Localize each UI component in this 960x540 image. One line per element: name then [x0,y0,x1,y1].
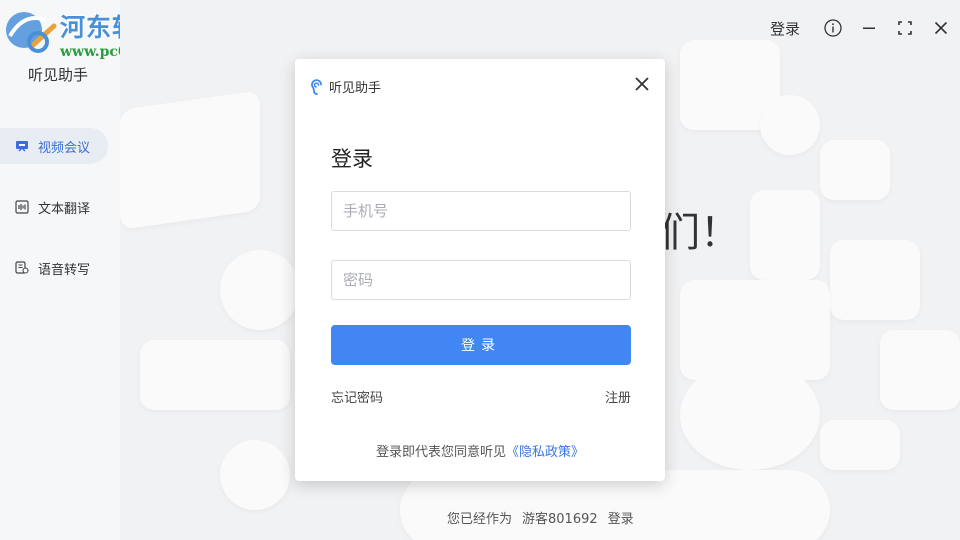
background-shape [750,190,820,280]
background-shape [680,360,820,470]
forgot-password-link[interactable]: 忘记密码 [331,387,383,406]
close-icon[interactable] [932,19,950,37]
dialog-title: 登录 [331,147,373,171]
sidebar-item-label: 语音转写 [38,262,91,278]
dialog-app-name: 听见助手 [329,81,382,96]
sidebar-item-video-meeting[interactable]: 视频会议 [0,128,108,164]
sidebar-item-text-translate[interactable]: 文本翻译 [0,189,108,225]
sidebar-item-label: 文本翻译 [38,201,91,217]
password-input[interactable] [331,260,631,300]
background-shape [140,340,290,410]
text-translate-icon [14,199,30,215]
background-shape [880,330,960,410]
background-shape [760,95,820,155]
background-shape [220,440,290,510]
register-link[interactable]: 注册 [605,387,631,406]
app-name: 听见助手 [28,66,89,84]
background-shape [830,240,920,320]
dialog-close-icon[interactable] [633,75,651,93]
background-shape [120,90,260,230]
privacy-agreement: 登录即代表您同意听见《隐私政策》 [295,441,665,460]
sidebar: 河东软件园 www.pc0359.cn 听见助手 视频会议 文本翻译 语音转写 [0,0,189,540]
watermark-logo-icon [6,12,57,53]
login-dialog: 听见助手 登录 登录 忘记密码 注册 登录即代表您同意听见《隐私政策》 [295,59,665,481]
title-bar: 登录 [770,12,950,44]
info-icon[interactable] [824,19,842,37]
background-shape [820,140,890,200]
guest-id: 游客801692 [522,512,598,527]
status-login-link[interactable]: 登录 [608,508,634,527]
background-shape [220,250,300,330]
guest-status: 您已经作为 游客801692 登录 [447,508,634,527]
speech-transcribe-icon [14,260,30,276]
video-meeting-icon [14,138,30,154]
status-prefix: 您已经作为 [447,512,513,527]
dialog-header: 听见助手 [309,77,381,96]
login-submit-button[interactable]: 登录 [331,325,631,365]
maximize-icon[interactable] [896,19,914,37]
background-shape [820,420,900,470]
ear-logo-icon [311,78,322,95]
agreement-text: 登录即代表您同意听见 [375,445,506,460]
sidebar-item-speech-transcribe[interactable]: 语音转写 [0,250,108,286]
background-greeting: 们！ [660,210,740,256]
phone-input[interactable] [331,191,631,231]
sidebar-item-label: 视频会议 [38,140,91,156]
privacy-policy-link[interactable]: 《隐私政策》 [506,445,584,460]
login-link[interactable]: 登录 [770,18,800,39]
minimize-icon[interactable] [860,19,878,37]
